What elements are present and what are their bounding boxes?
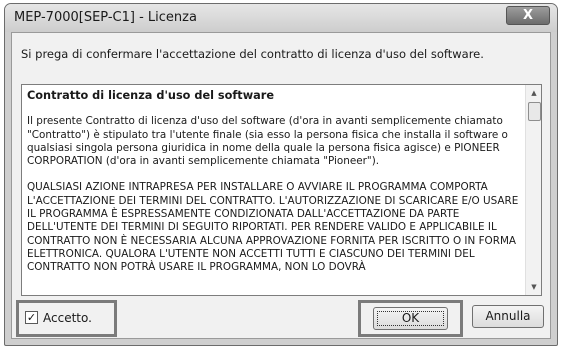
scroll-thumb[interactable] [528, 102, 541, 121]
dialog-body: Si prega di confermare l'accettazione de… [11, 32, 551, 339]
scroll-down-arrow-icon[interactable]: ▼ [526, 279, 541, 295]
vertical-scrollbar[interactable]: ▲ ▼ [525, 85, 541, 295]
accept-checkbox[interactable]: ✓ [25, 311, 38, 324]
licence-text-area[interactable]: Contratto di licenza d'uso del software … [21, 84, 542, 296]
licence-dialog-window: MEP-7000[SEP-C1] - Licenza X Si prega di… [4, 3, 558, 346]
accept-highlight-frame: ✓ Accetto. [16, 300, 117, 337]
title-bar[interactable]: MEP-7000[SEP-C1] - Licenza X [5, 4, 557, 32]
confirmation-prompt: Si prega di confermare l'accettazione de… [21, 47, 484, 61]
cancel-button-label: Annulla [485, 309, 531, 323]
scroll-up-arrow-icon[interactable]: ▲ [526, 85, 541, 101]
close-button[interactable]: X [506, 6, 550, 25]
licence-paragraph-terms: QUALSIASI AZIONE INTRAPRESA PER INSTALLA… [27, 181, 519, 274]
licence-content: Contratto di licenza d'uso del software … [27, 89, 522, 288]
focus-rectangle [377, 311, 444, 326]
accept-label[interactable]: Accetto. [43, 311, 92, 325]
licence-heading: Contratto di licenza d'uso del software [27, 89, 275, 102]
window-title: MEP-7000[SEP-C1] - Licenza [14, 10, 197, 25]
licence-paragraph-intro: Il presente Contratto di licenza d'uso d… [27, 115, 508, 168]
checkmark-icon: ✓ [26, 311, 37, 324]
ok-highlight-frame: OK [358, 300, 463, 337]
close-icon: X [522, 8, 534, 23]
ok-button[interactable]: OK [373, 307, 448, 330]
cancel-button[interactable]: Annulla [472, 305, 544, 328]
